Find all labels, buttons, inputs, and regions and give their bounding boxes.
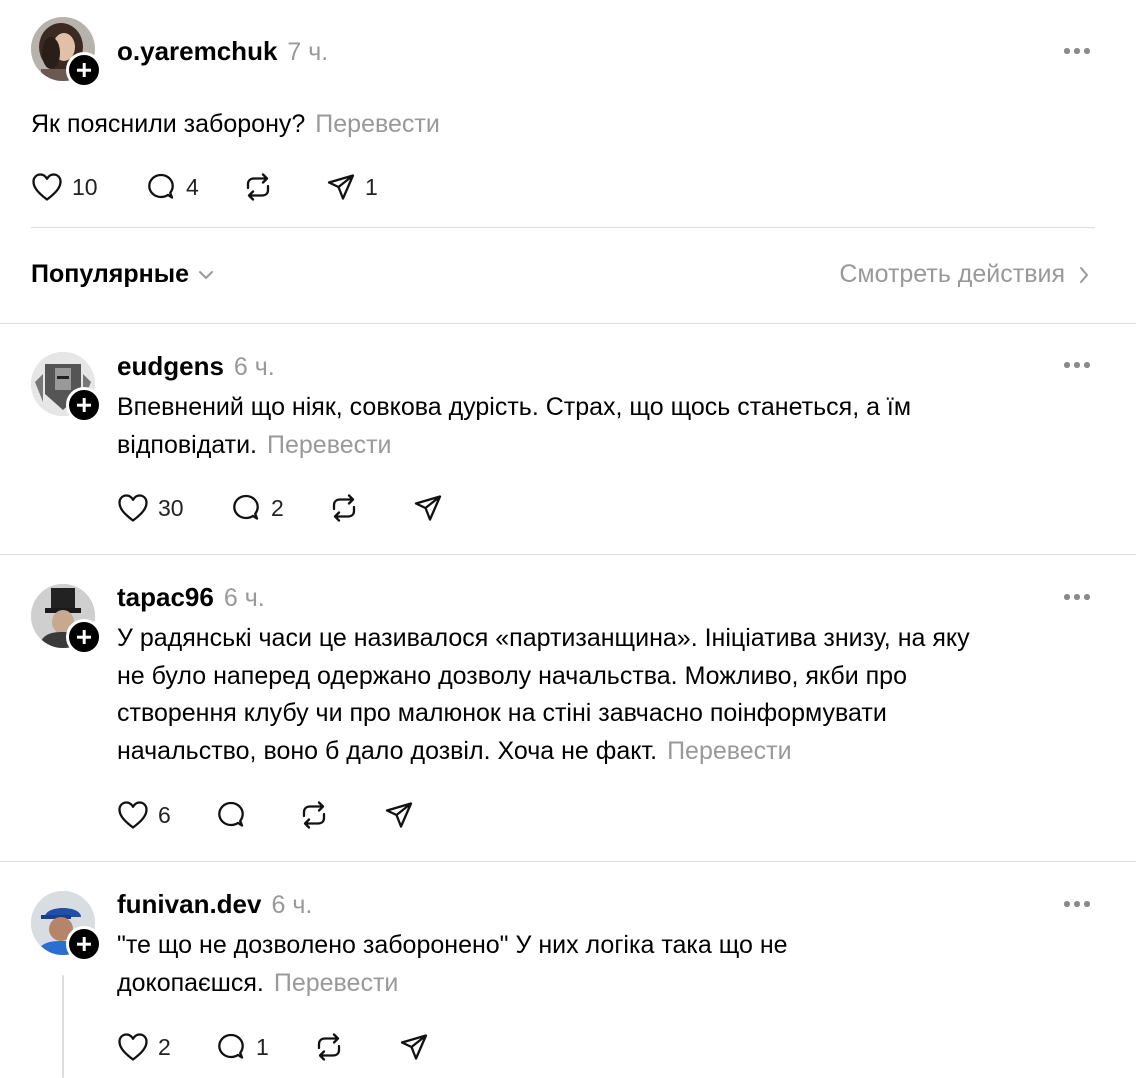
text-line: докопаєшся. [117,968,264,997]
follow-button[interactable] [66,926,102,962]
post-body: Як пояснили заборону? [31,110,306,138]
text-line: Впевнений що ніяк, совкова дурість. Стра… [117,393,912,421]
username[interactable]: funivan.dev [117,889,261,919]
share-button[interactable] [413,493,443,523]
repost-icon [302,801,326,829]
text-line: не було наперед одержано дозволу начальс… [117,661,907,690]
comment-button[interactable] [215,800,247,830]
reply-text: Впевнений що ніяк, совкова дурість. Стра… [117,389,911,464]
post-author[interactable]: o.yaremchuk 7 ч. [117,36,328,67]
translate-link[interactable]: Перевести [274,969,399,997]
comment-count: 1 [256,1033,269,1060]
reply-author[interactable]: tapac96 6 ч. [117,582,265,613]
repost-icon [332,494,356,522]
chevron-right-icon [1080,266,1088,283]
repost-icon [246,173,270,201]
repost-icon [317,1033,341,1061]
text-line: "те що не дозволено заборонено" У них ло… [117,931,788,959]
share-button[interactable]: 1 [326,172,378,202]
send-icon [414,495,442,521]
more-options-button[interactable] [1064,48,1090,54]
like-button[interactable]: 30 [117,493,184,523]
follow-button[interactable] [66,52,102,88]
heart-icon [118,801,148,829]
like-button[interactable]: 2 [117,1032,171,1062]
divider [0,323,1136,324]
post-time: 7 ч. [287,38,329,66]
username[interactable]: tapac96 [117,582,214,612]
more-dots-icon [1064,362,1070,368]
more-options-button[interactable] [1064,901,1090,907]
text-line: начальство, воно б дало дозвіл. Хоча не … [117,736,658,765]
translate-link[interactable]: Перевести [667,737,792,765]
send-icon [327,174,355,200]
reply-text: "те що не дозволено заборонено" У них ло… [117,927,788,1002]
comment-button[interactable]: 1 [215,1032,269,1062]
reply-text: У радянські часи це називалося «партизан… [117,620,970,770]
comment-bubble-icon [218,1033,244,1059]
like-count: 2 [158,1033,171,1060]
comment-button[interactable]: 4 [145,172,199,202]
text-line: відповідати. [117,430,258,459]
sort-label: Популярные [31,260,190,288]
share-count: 1 [365,173,378,200]
more-options-button[interactable] [1064,362,1090,368]
like-button[interactable]: 6 [117,800,171,830]
text-line: У радянські часи це називалося «партизан… [117,624,970,652]
divider [0,861,1136,862]
comment-count: 4 [186,173,199,200]
heart-icon [118,494,148,522]
heart-icon [32,173,62,201]
like-count: 10 [72,173,98,200]
comment-bubble-icon [148,173,174,199]
translate-link[interactable]: Перевести [267,431,392,459]
comment-bubble-icon [233,494,259,520]
share-button[interactable] [399,1032,429,1062]
repost-button[interactable] [328,493,360,523]
share-button[interactable] [384,800,414,830]
divider [0,554,1136,555]
divider [31,227,1095,228]
reply-author[interactable]: funivan.dev 6 ч. [117,889,312,920]
username[interactable]: o.yaremchuk [117,36,277,66]
more-dots-icon [1064,48,1070,54]
like-count: 6 [158,801,171,828]
follow-button[interactable] [66,387,102,423]
post-text: Як пояснили заборону? Перевести [31,106,440,144]
username[interactable]: eudgens [117,351,224,381]
more-options-button[interactable] [1064,594,1090,600]
translate-link[interactable]: Перевести [315,110,440,138]
reply-time: 6 ч. [223,584,265,612]
view-activity-link[interactable]: Смотреть действия [839,260,1089,289]
reply-time: 6 ч. [233,353,275,381]
heart-icon [118,1033,148,1061]
text-line: створення клубу чи про малюнок на стіні … [117,699,887,727]
sort-dropdown[interactable]: Популярные [31,260,214,289]
repost-button[interactable] [313,1032,345,1062]
more-dots-icon [1064,594,1070,600]
repost-button[interactable] [242,172,274,202]
like-button[interactable]: 10 [31,172,98,202]
repost-button[interactable] [298,800,330,830]
comment-bubble-icon [218,801,244,827]
send-icon [385,802,413,828]
view-activity-label: Смотреть действия [839,260,1065,288]
chevron-down-icon [199,270,214,279]
more-dots-icon [1064,901,1070,907]
reply-time: 6 ч. [271,891,313,919]
follow-button[interactable] [66,619,102,655]
send-icon [400,1034,428,1060]
reply-author[interactable]: eudgens 6 ч. [117,351,275,382]
like-count: 30 [158,494,184,521]
thread-line [62,975,64,1078]
comment-button[interactable]: 2 [230,493,284,523]
comment-count: 2 [271,494,284,521]
